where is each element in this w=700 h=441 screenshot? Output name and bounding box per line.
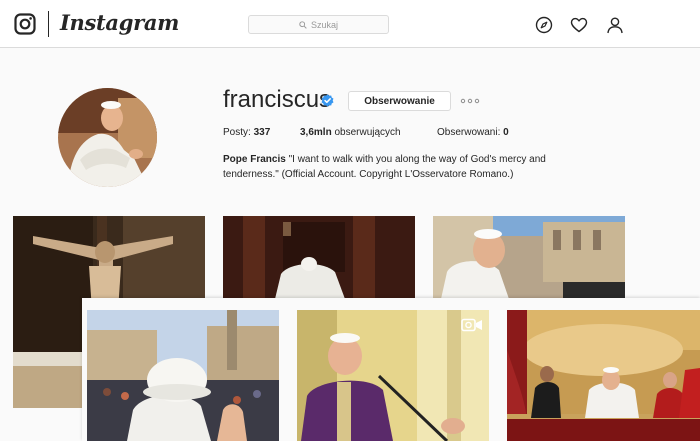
video-camera-icon [461,318,482,332]
instagram-wordmark[interactable]: Instagram [60,10,179,35]
top-navigation-bar: Instagram Szukaj [0,0,700,48]
posts-count: 337 [253,127,271,138]
more-options-icon[interactable] [460,97,480,105]
avatar [58,88,157,187]
followers-count: 3,6mln [300,127,332,138]
verified-badge-icon [321,94,334,107]
logo-divider [48,11,49,37]
followers-label: obserwujących [334,127,401,138]
following-button[interactable]: Obserwowanie [348,91,451,111]
followers-stat[interactable]: 3,6mln obserwujących [300,127,401,138]
person-icon[interactable] [606,16,624,34]
instagram-glyph-icon[interactable] [14,13,36,35]
posts-label: Posty: [223,127,251,138]
photo-pope-back-crowd[interactable] [87,310,279,441]
heart-icon[interactable] [570,16,588,34]
following-count: 0 [503,127,509,138]
compass-icon[interactable] [535,16,553,34]
avatar-photo [58,88,157,187]
following-stat[interactable]: Obserwowani: 0 [437,127,509,138]
profile-username: franciscus [223,86,332,113]
photo-confession[interactable] [223,216,415,299]
bio-full-name: Pope Francis [223,154,286,165]
photo-pope-smiling-square[interactable] [433,216,625,299]
search-placeholder: Szukaj [310,19,338,30]
following-label: Obserwowani: [437,127,501,138]
profile-bio: Pope Francis "I want to walk with you al… [223,152,583,182]
photo-papal-balcony[interactable] [507,310,700,441]
search-input[interactable]: Szukaj [248,15,389,34]
search-icon [299,20,307,29]
posts-stat: Posty: 337 [223,127,270,138]
